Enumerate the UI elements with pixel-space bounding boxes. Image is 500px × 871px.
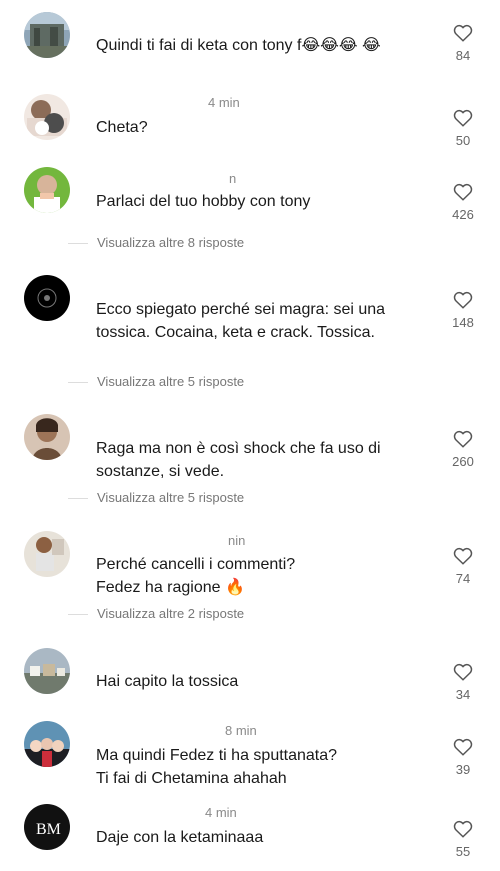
view-more-replies[interactable]: Visualizza altre 5 risposte [68,490,244,505]
like-count: 55 [455,844,471,859]
heart-outline-icon [453,183,473,201]
like-count: 74 [455,571,471,586]
heart-outline-icon [453,547,473,565]
like-button[interactable]: 39 [445,738,481,777]
replies-divider [68,498,88,500]
avatar[interactable]: BM [24,804,70,850]
like-button[interactable]: 50 [445,109,481,148]
comment-timestamp: 4 min [208,95,240,110]
heart-outline-icon [453,430,473,448]
like-button[interactable]: 34 [445,663,481,702]
like-button[interactable]: 74 [445,547,481,586]
like-count: 39 [455,762,471,777]
like-count: 34 [455,687,471,702]
like-button[interactable]: 426 [445,183,481,222]
comment-text: Daje con la ketaminaaa [96,829,264,846]
comment-timestamp: n [229,171,237,186]
like-count: 260 [452,454,474,469]
avatar[interactable] [24,275,70,321]
replies-divider [68,243,88,245]
comment-text: Cheta? [96,119,148,136]
comment-timestamp: 8 min [225,723,257,738]
avatar[interactable] [24,414,70,460]
comment-text: Ma quindi Fedez ti ha sputtanata? Ti fai… [96,747,338,787]
comment-timestamp: nin [228,533,246,548]
like-button[interactable]: 55 [445,820,481,859]
replies-divider [68,614,88,616]
avatar[interactable] [24,721,70,767]
comment-text: Parlaci del tuo hobby con tony [96,193,311,210]
replies-divider [68,382,88,384]
comment-timestamp: 4 min [205,805,237,820]
like-button[interactable]: 260 [445,430,481,469]
avatar[interactable] [24,167,70,213]
view-more-replies[interactable]: Visualizza altre 2 risposte [68,606,244,621]
avatar[interactable] [24,648,70,694]
comment-text: Quindi ti fai di keta con tony f😂😂😂 😂 [96,37,381,54]
comment-text: Raga ma non è così shock che fa uso di s… [96,440,381,480]
comment-text: Ecco spiegato perché sei magra: sei una … [96,301,386,341]
heart-outline-icon [453,738,473,756]
like-count: 50 [455,133,471,148]
like-count: 84 [455,48,471,63]
like-button[interactable]: 148 [445,291,481,330]
like-button[interactable]: 84 [445,24,481,63]
comment-text: Perché cancelli i commenti? Fedez ha rag… [96,556,296,596]
like-count: 148 [452,315,474,330]
heart-outline-icon [453,24,473,42]
heart-outline-icon [453,109,473,127]
heart-outline-icon [453,663,473,681]
avatar[interactable] [24,531,70,577]
avatar[interactable] [24,94,70,140]
comment-text: Hai capito la tossica [96,673,239,690]
heart-outline-icon [453,820,473,838]
avatar[interactable] [24,12,70,58]
like-count: 426 [452,207,474,222]
view-more-replies[interactable]: Visualizza altre 8 risposte [68,235,244,250]
heart-outline-icon [453,291,473,309]
view-more-replies[interactable]: Visualizza altre 5 risposte [68,374,244,389]
svg-text:BM: BM [36,821,61,838]
